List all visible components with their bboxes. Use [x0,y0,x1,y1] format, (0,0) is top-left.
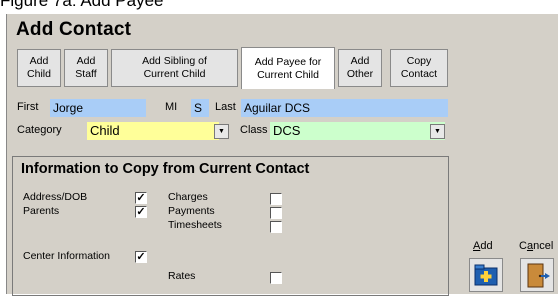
add-staff-button[interactable]: Add Staff [64,49,108,87]
first-name-field[interactable]: Jorge [50,99,146,117]
charges-label: Charges [168,191,208,203]
add-contact-dialog: Add Contact Add Child Add Staff Add Sibl… [6,14,558,296]
cancel-action-label: Cancel [519,240,554,252]
charges-checkbox[interactable] [270,193,282,205]
add-sibling-button[interactable]: Add Sibling of Current Child [111,49,238,87]
copy-info-title: Information to Copy from Current Contact [21,161,310,177]
add-payee-label: Add Payee for Current Child [254,55,322,81]
copy-info-panel: Information to Copy from Current Contact… [12,156,449,296]
cancel-action-label-first: C [519,240,527,252]
payments-checkbox[interactable] [270,207,282,219]
add-child-label: Add Child [27,55,51,80]
first-name-label: First [17,101,39,113]
center-information-checkbox[interactable]: ✓ [135,251,147,263]
cancel-button[interactable] [520,258,554,292]
add-child-button[interactable]: Add Child [17,49,61,87]
address-dob-checkbox[interactable]: ✓ [135,192,147,204]
parents-checkbox[interactable]: ✓ [135,206,147,218]
timesheets-label: Timesheets [168,219,222,231]
add-other-label: Add Other [346,55,374,80]
middle-initial-field[interactable]: S [191,99,209,117]
last-name-label: Last [215,101,236,113]
parents-label: Parents [23,205,60,217]
class-dropdown-arrow-icon[interactable]: ▼ [430,124,445,139]
copy-contact-button[interactable]: Copy Contact [390,49,448,87]
address-dob-label: Address/DOB [23,191,88,203]
timesheets-checkbox[interactable] [270,221,282,233]
middle-initial-label: MI [165,101,178,113]
class-label: Class [240,124,268,136]
center-information-label: Center Information [23,250,110,262]
add-button[interactable] [469,258,503,292]
add-action-label: Add [473,240,493,252]
exit-door-icon [527,263,550,288]
add-action-label-rest: dd [480,240,493,252]
add-staff-label: Add Staff [75,55,97,80]
copy-contact-label: Copy Contact [400,55,438,80]
rates-checkbox[interactable] [270,272,282,284]
category-dropdown-arrow-icon[interactable]: ▼ [214,124,229,139]
category-label: Category [17,124,62,136]
category-select[interactable]: Child [87,122,219,140]
add-payee-button[interactable]: Add Payee for Current Child [241,47,335,89]
last-name-field[interactable]: Aguilar DCS [241,99,448,117]
add-folder-icon [474,264,498,286]
class-select[interactable]: DCS [270,122,445,140]
dialog-title: Add Contact [16,19,132,40]
cancel-action-label-rest: ncel [533,240,554,252]
rates-label: Rates [168,270,196,282]
figure-caption: Figure 7a: Add Payee [0,0,164,10]
add-sibling-label: Add Sibling of Current Child [142,55,207,80]
payments-label: Payments [168,205,215,217]
add-other-button[interactable]: Add Other [338,49,382,87]
